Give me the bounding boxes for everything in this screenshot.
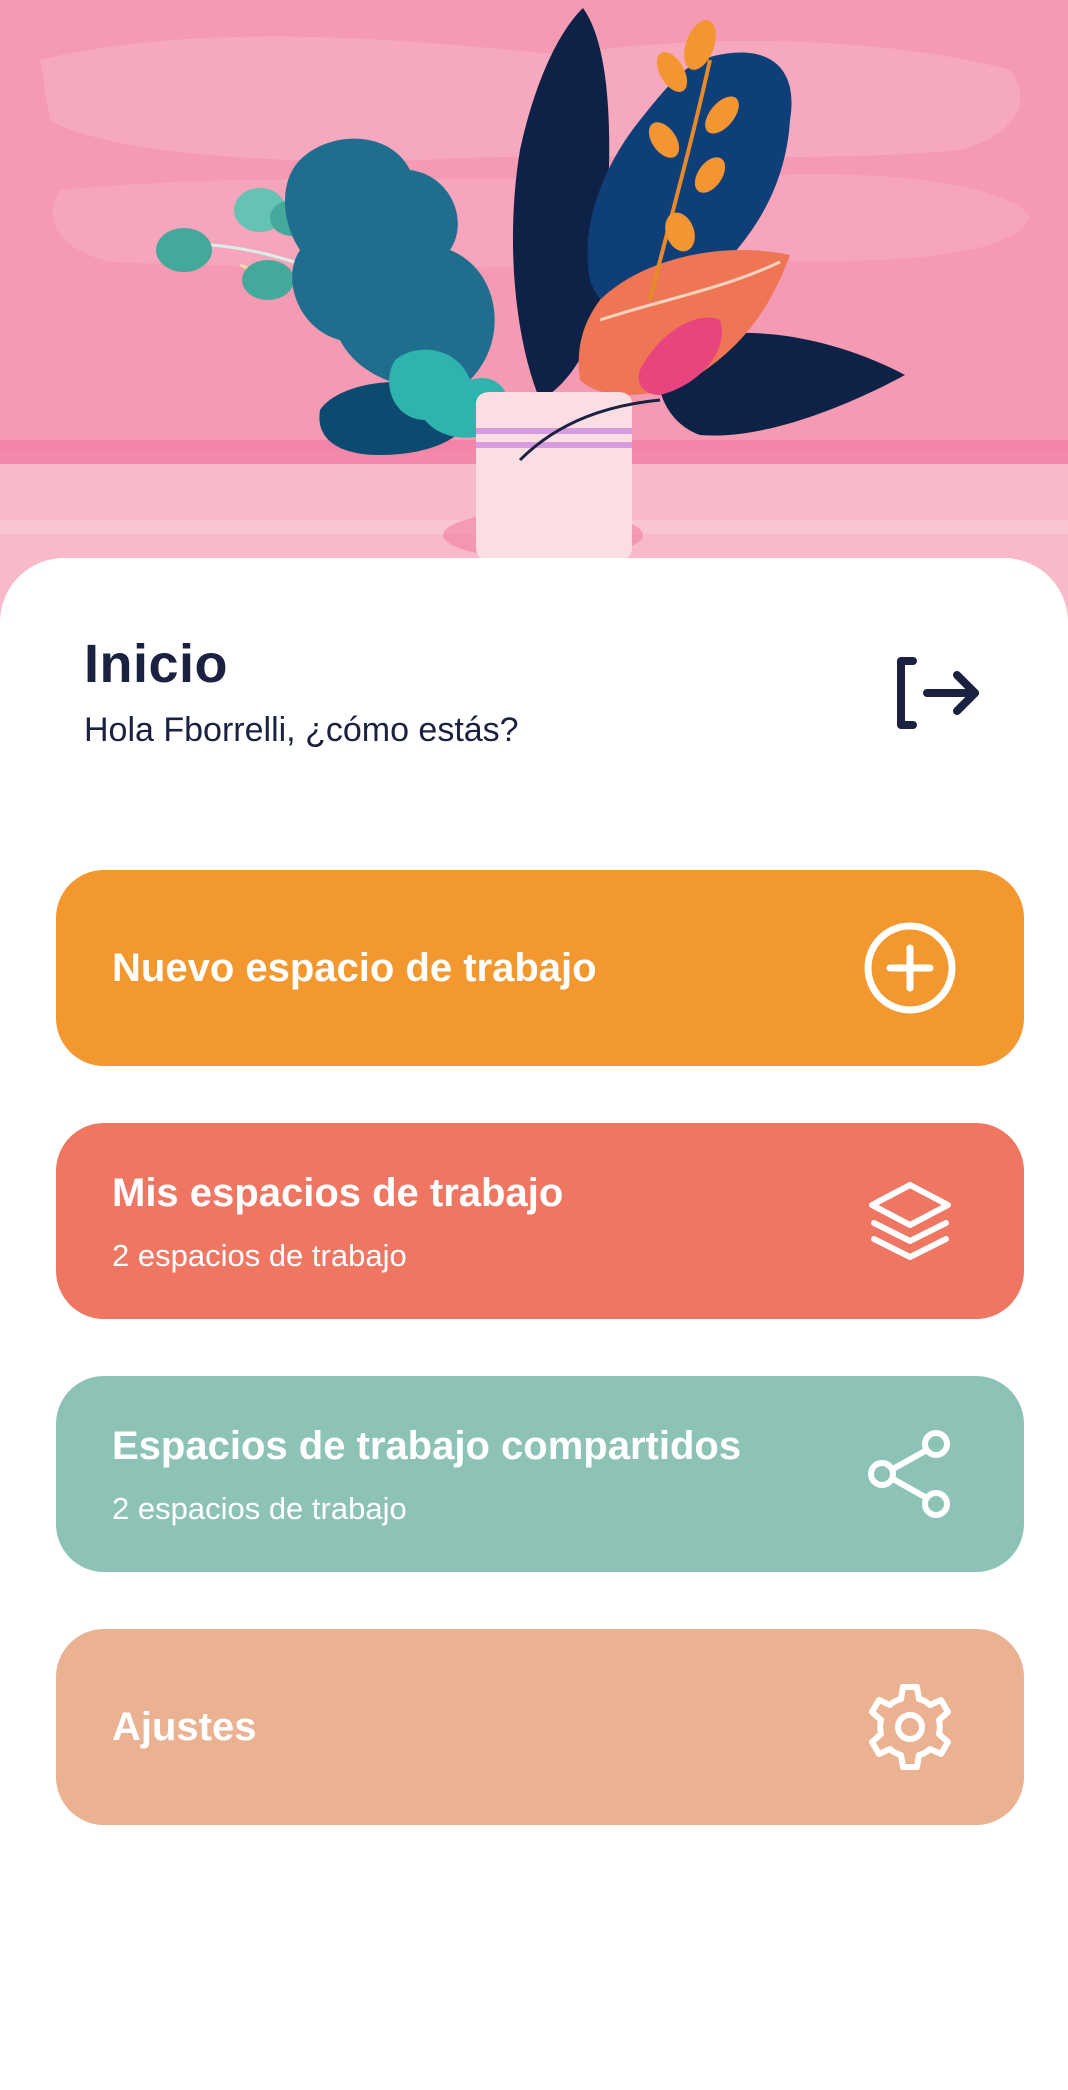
plus-circle-icon (862, 920, 958, 1016)
new-workspace-label: Nuevo espacio de trabajo (112, 946, 597, 990)
new-workspace-button[interactable]: Nuevo espacio de trabajo (56, 870, 1024, 1066)
logout-icon (897, 657, 979, 729)
shared-workspaces-label: Espacios de trabajo compartidos (112, 1424, 742, 1468)
plant-vase-illustration (0, 0, 1068, 620)
my-workspaces-button[interactable]: Mis espacios de trabajo 2 espacios de tr… (56, 1123, 1024, 1319)
logout-button[interactable] (892, 648, 988, 738)
content-sheet (0, 558, 1068, 2090)
my-workspaces-count: 2 espacios de trabajo (112, 1238, 407, 1273)
settings-label: Ajustes (112, 1705, 257, 1749)
shared-workspaces-count: 2 espacios de trabajo (112, 1491, 407, 1526)
greeting-text: Hola Fborrelli, ¿cómo estás? (84, 711, 519, 749)
hero-illustration (0, 0, 1068, 620)
shared-workspaces-button[interactable]: Espacios de trabajo compartidos 2 espaci… (56, 1376, 1024, 1572)
layers-icon (862, 1173, 958, 1269)
settings-button[interactable]: Ajustes (56, 1629, 1024, 1825)
my-workspaces-label: Mis espacios de trabajo (112, 1171, 564, 1215)
gear-icon (862, 1679, 958, 1775)
page-title: Inicio (84, 634, 229, 694)
home-screen: Inicio Hola Fborrelli, ¿cómo estás? Nuev… (0, 0, 1068, 2090)
share-icon (862, 1426, 958, 1522)
